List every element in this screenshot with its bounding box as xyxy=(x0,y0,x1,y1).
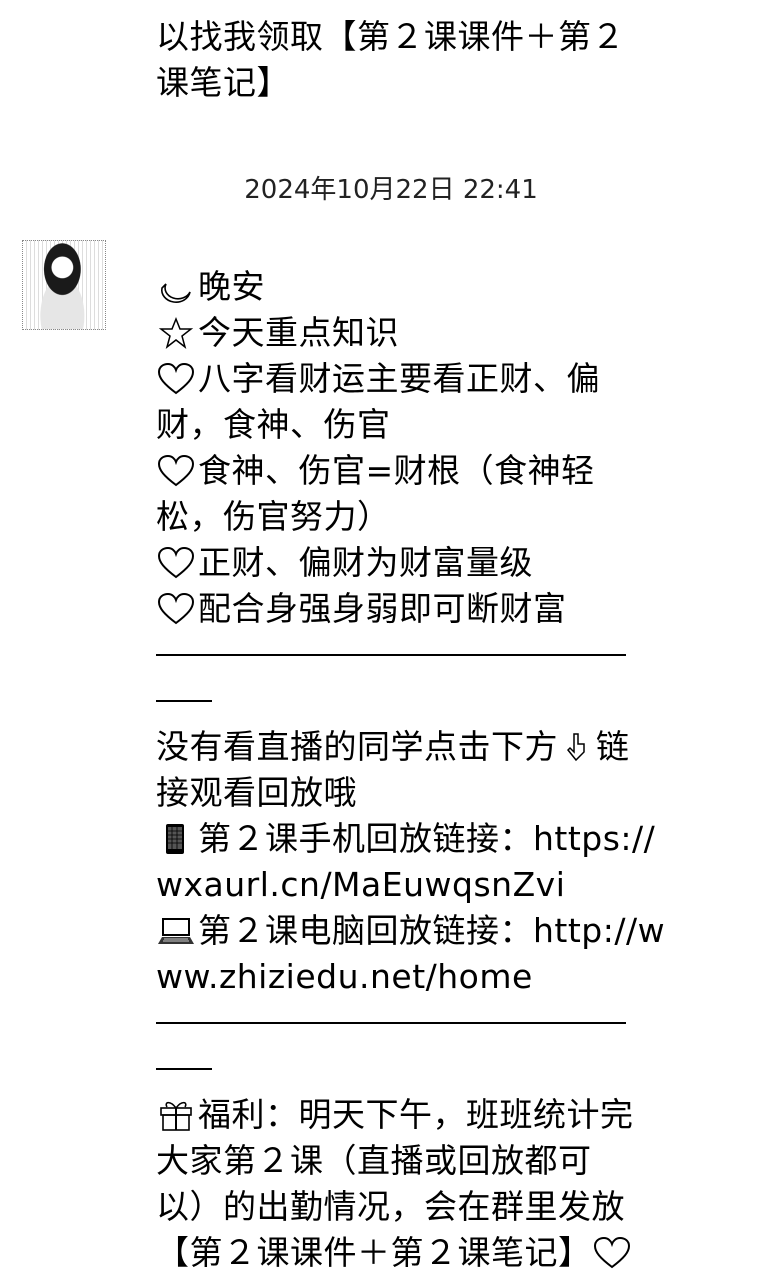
sender-avatar[interactable] xyxy=(22,240,106,330)
key-title-line: 今天重点知识 xyxy=(156,310,656,356)
white-heart-icon xyxy=(156,546,196,580)
point-continuation: 财，食神、伤官 xyxy=(156,405,391,444)
star-icon xyxy=(156,316,196,350)
point-line: 八字看财运主要看正财、偏 xyxy=(156,356,656,402)
pc-link-url[interactable]: ww.zhiziedu.net/home xyxy=(156,954,656,1000)
replay-text-end: 链 xyxy=(596,727,630,766)
prev-message-line: 课笔记】 xyxy=(156,63,290,102)
pointing-down-icon xyxy=(562,730,592,764)
crescent-moon-icon xyxy=(156,270,196,304)
greeting-line: 晚安 xyxy=(156,264,656,310)
phone-link-text[interactable]: 第２课手机回放链接：https:// xyxy=(198,816,655,862)
point-continuation: 松，伤官努力） xyxy=(156,497,391,536)
pc-link-line[interactable]: 第２课电脑回放链接：http://w xyxy=(156,908,665,954)
replay-line: 没有看直播的同学点击下方 链 xyxy=(156,724,656,770)
replay-text: 没有看直播的同学点击下方 xyxy=(156,727,558,766)
point-text: 配合身强身弱即可断财富 xyxy=(198,589,567,628)
key-title-text: 今天重点知识 xyxy=(198,313,399,352)
greeting-text: 晚安 xyxy=(198,267,265,306)
point-text: 食神、伤官=财根（食神轻 xyxy=(198,451,595,490)
divider xyxy=(156,1000,656,1046)
gift-icon xyxy=(156,1098,196,1132)
divider xyxy=(156,632,656,678)
message-timestamp: 2024年10月22日 22:41 xyxy=(244,175,538,205)
white-heart-icon xyxy=(156,362,196,396)
point-text: 正财、偏财为财富量级 xyxy=(198,543,533,582)
point-line: 食神、伤官=财根（食神轻 xyxy=(156,448,656,494)
prev-message-line: 以找我领取【第２课课件＋第２ xyxy=(156,17,625,56)
laptop-icon xyxy=(156,914,196,948)
point-line: 正财、偏财为财富量级 xyxy=(156,540,656,586)
previous-message-text: 以找我领取【第２课课件＋第２ 课笔记】 xyxy=(156,14,636,106)
white-heart-icon xyxy=(156,592,196,626)
gift-text-end: 【第２课课件＋第２课笔记】 xyxy=(156,1233,592,1272)
point-text: 八字看财运主要看正财、偏 xyxy=(198,359,600,398)
message-bubble[interactable]: 晚安 今天重点知识 八字看财运主要看正财、偏 财，食神、伤官 食神、伤官=财根（… xyxy=(156,264,665,1276)
point-line: 配合身强身弱即可断财富 xyxy=(156,586,656,632)
gift-final-line: 【第２课课件＋第２课笔记】 xyxy=(156,1230,656,1276)
divider-tail xyxy=(156,678,656,724)
gift-line: 福利：明天下午，班班统计完 xyxy=(156,1092,656,1138)
gift-continuation: 大家第２课（直播或回放都可 xyxy=(156,1141,592,1180)
replay-continuation: 接观看回放哦 xyxy=(156,773,357,812)
phone-link-url[interactable]: wxaurl.cn/MaEuwqsnZvi xyxy=(156,862,656,908)
gift-continuation: 以）的出勤情况，会在群里发放 xyxy=(156,1187,625,1226)
divider-tail xyxy=(156,1046,656,1092)
phone-link-line[interactable]: 第２课手机回放链接：https:// xyxy=(156,816,656,862)
white-heart-icon xyxy=(592,1236,632,1270)
pc-link-text[interactable]: 第２课电脑回放链接：http://w xyxy=(198,908,665,954)
gift-text: 福利：明天下午，班班统计完 xyxy=(198,1095,634,1134)
mobile-phone-icon xyxy=(156,822,196,856)
white-heart-icon xyxy=(156,454,196,488)
